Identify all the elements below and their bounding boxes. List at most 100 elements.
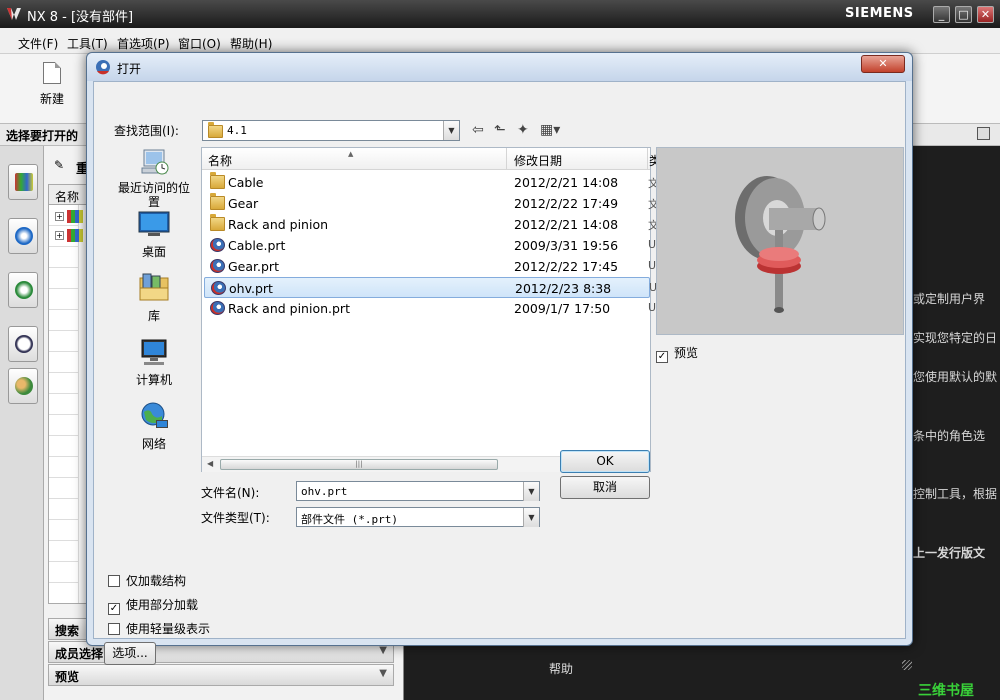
back-arrow-icon[interactable]: ⇦ [472, 122, 484, 138]
maximize-button[interactable]: □ [955, 6, 972, 23]
preview-pane [656, 147, 904, 335]
file-row[interactable]: Rack and pinion.prt 2009/1/7 17:50 U [204, 298, 656, 319]
file-row[interactable]: Gear 2012/2/22 17:49 文 [204, 193, 659, 214]
chevron-down-icon[interactable]: ▼ [443, 121, 459, 140]
sort-up-icon: ▲ [348, 150, 354, 158]
chevron-down-icon[interactable]: ▼ [523, 482, 539, 501]
books-icon [15, 173, 33, 191]
books-icon [67, 229, 83, 242]
computer-icon [138, 336, 170, 368]
file-name: Rack and pinion [228, 217, 329, 232]
column-date-label: 修改日期 [514, 154, 563, 168]
file-row[interactable]: Gear.prt 2012/2/22 17:45 U [204, 256, 656, 277]
minimize-button[interactable]: _ [933, 6, 950, 23]
menu-bar: 文件(F) 工具(T) 首选项(P) 窗口(O) 帮助(H) [0, 28, 1000, 54]
menu-tools[interactable]: 工具(T) [67, 35, 108, 52]
chevron-down-icon[interactable]: ▼ [523, 508, 539, 527]
option-label: 使用轻量级表示 [126, 622, 211, 636]
options-button[interactable]: 选项... [104, 642, 156, 665]
desktop-icon [138, 208, 170, 240]
pin-icon[interactable]: ✎ [54, 158, 64, 172]
place-network[interactable]: 网络 [114, 400, 194, 452]
filetype-value: 部件文件 (*.prt) [301, 513, 398, 526]
resize-grip-icon[interactable] [902, 660, 912, 670]
dialog-close-button[interactable]: ✕ [861, 55, 905, 73]
column-date[interactable]: 修改日期 [508, 148, 648, 170]
file-row[interactable]: Cable 2012/2/21 14:08 文 [204, 172, 659, 193]
lightweight-checkbox[interactable]: 使用轻量级表示 [108, 620, 210, 637]
file-row[interactable]: Rack and pinion 2012/2/21 14:08 文 [204, 214, 659, 235]
option-label: 使用部分加载 [126, 598, 199, 612]
checkbox-unchecked-icon [108, 575, 120, 587]
place-desktop[interactable]: 桌面 [114, 208, 194, 260]
place-recent[interactable]: 最近访问的位置 [114, 146, 194, 209]
place-label: 最近访问的位置 [117, 181, 190, 209]
recent-places-icon [138, 146, 170, 178]
scrollbar-thumb[interactable]: ||| [220, 459, 498, 470]
file-name: ohv.prt [229, 281, 273, 296]
maximize-pane-icon[interactable] [977, 127, 990, 140]
checkbox-checked-icon: ✓ [656, 351, 668, 363]
folder-icon [208, 122, 223, 138]
web-tab[interactable] [8, 218, 38, 254]
ok-button[interactable]: OK [560, 450, 650, 473]
structure-only-checkbox[interactable]: 仅加载结构 [108, 572, 186, 589]
new-document-icon [43, 62, 61, 84]
new-folder-icon[interactable]: ✦ [517, 122, 529, 138]
welcome-text-line: 上一发行版文 [913, 546, 986, 560]
welcome-text-line: 您使用默认的默 [913, 370, 998, 384]
file-date: 2012/2/21 14:08 [514, 217, 619, 232]
file-date: 2009/3/31 19:56 [514, 238, 619, 253]
chevron-down-icon: ▼ [379, 668, 387, 679]
document-icon [15, 281, 33, 299]
history-tab[interactable] [8, 272, 38, 308]
place-label: 计算机 [135, 373, 172, 387]
file-row-selected[interactable]: ohv.prt 2012/2/23 8:38 U [204, 277, 657, 298]
help-link[interactable]: 帮助 [549, 660, 573, 677]
nx-part-icon [210, 259, 225, 273]
cancel-button[interactable]: 取消 [560, 476, 650, 499]
place-label: 库 [147, 309, 160, 323]
place-computer[interactable]: 计算机 [114, 336, 194, 388]
file-type: U [648, 259, 657, 272]
checkbox-checked-icon: ✓ [108, 603, 120, 615]
place-libraries[interactable]: 库 [114, 272, 194, 324]
file-date: 2009/1/7 17:50 [514, 301, 611, 316]
section-preview[interactable]: 预览 ▼ [48, 664, 394, 686]
preview-checkbox[interactable]: ✓ 预览 [656, 344, 698, 363]
file-date: 2012/2/23 8:38 [515, 281, 612, 296]
menu-help[interactable]: 帮助(H) [230, 35, 272, 52]
close-app-button[interactable]: ✕ [977, 6, 994, 23]
filetype-combo[interactable]: 部件文件 (*.prt) ▼ [296, 507, 540, 527]
partial-load-checkbox[interactable]: ✓ 使用部分加载 [108, 596, 198, 615]
column-name[interactable]: 名称 ▲ [202, 148, 507, 170]
books-icon [67, 210, 83, 223]
dialog-titlebar: 打开 ✕ [87, 53, 912, 81]
welcome-text-line: 实现您特定的日 [913, 331, 998, 345]
menu-window[interactable]: 窗口(O) [178, 35, 221, 52]
view-menu-icon[interactable]: ▦▾ [540, 122, 560, 138]
filename-combo[interactable]: ohv.prt ▼ [296, 481, 540, 501]
look-in-combo[interactable]: 4.1 ▼ [202, 120, 460, 141]
menu-file[interactable]: 文件(F) [18, 35, 58, 52]
file-name: Gear [228, 196, 259, 211]
column-name-label: 名称 [208, 154, 233, 168]
up-folder-icon[interactable]: ⬑ [494, 122, 506, 138]
file-list: 名称 ▲ 修改日期 类 Cable 2012/2/21 14:08 文 Gear … [201, 147, 661, 472]
new-button[interactable]: 新建 [30, 62, 74, 117]
expand-icon[interactable]: + [55, 212, 64, 221]
menu-preferences[interactable]: 首选项(P) [117, 35, 170, 52]
scroll-left-icon[interactable]: ◀ [207, 459, 213, 468]
clock-tab[interactable] [8, 326, 38, 362]
app-title: NX 8 - [没有部件] [27, 10, 134, 25]
welcome-text-line: 条中的角色选 [913, 429, 986, 443]
file-type: U [648, 238, 657, 251]
file-row[interactable]: Cable.prt 2009/3/31 19:56 U [204, 235, 656, 256]
filetype-label: 文件类型(T): [201, 511, 270, 525]
file-date: 2012/2/22 17:49 [514, 196, 619, 211]
expand-icon[interactable]: + [55, 231, 64, 240]
roles-tab[interactable] [8, 368, 38, 404]
clock-icon [15, 335, 33, 353]
assembly-navigator-tab[interactable] [8, 164, 38, 200]
place-label: 桌面 [141, 245, 166, 259]
